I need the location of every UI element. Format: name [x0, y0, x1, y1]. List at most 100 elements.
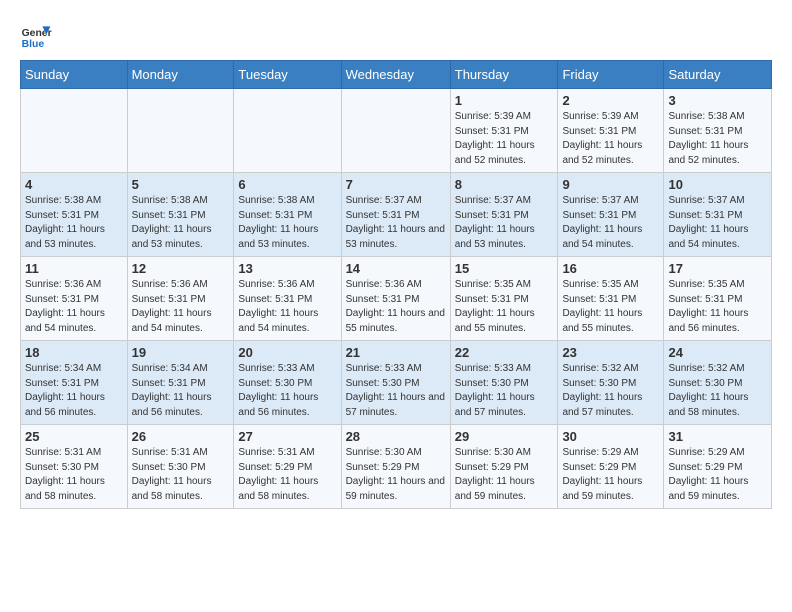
day-number: 25	[25, 429, 123, 444]
day-cell: 9 Sunrise: 5:37 AM Sunset: 5:31 PM Daylig…	[558, 173, 664, 257]
day-info: Sunrise: 5:31 AM Sunset: 5:30 PM Dayligh…	[132, 446, 230, 504]
day-cell: 6Sunrise: 5:38 AM Sunset: 5:31 PM Daylig…	[234, 173, 341, 257]
calendar-table: SundayMondayTuesdayWednesdayThursdayFrid…	[20, 60, 772, 509]
day-number: 27	[238, 429, 336, 444]
day-number: 5	[132, 177, 230, 192]
day-cell: 1 Sunrise: 5:39 AM Sunset: 5:31 PM Daylig…	[450, 89, 558, 173]
day-cell: 13 Sunrise: 5:36 AM Sunset: 5:31 PM Dayli…	[234, 257, 341, 341]
day-info: Sunrise: 5:32 AM Sunset: 5:30 PM Dayligh…	[668, 362, 767, 420]
column-header-saturday: Saturday	[664, 61, 772, 89]
day-number: 26	[132, 429, 230, 444]
day-info: Sunrise: 5:31 AM Sunset: 5:29 PM Dayligh…	[238, 446, 336, 504]
day-info: Sunrise: 5:37 AM Sunset: 5:31 PM Dayligh…	[562, 194, 659, 252]
day-cell: 14 Sunrise: 5:36 AM Sunset: 5:31 PM Dayli…	[341, 257, 450, 341]
day-number: 16	[562, 261, 659, 276]
day-info: Sunrise: 5:35 AM Sunset: 5:31 PM Dayligh…	[455, 278, 554, 336]
day-cell: 2 Sunrise: 5:39 AM Sunset: 5:31 PM Daylig…	[558, 89, 664, 173]
day-number: 10	[668, 177, 767, 192]
day-info: Sunrise: 5:39 AM Sunset: 5:31 PM Dayligh…	[562, 110, 659, 168]
column-header-monday: Monday	[127, 61, 234, 89]
svg-text:Blue: Blue	[22, 39, 45, 50]
day-info: Sunrise: 5:36 AM Sunset: 5:31 PM Dayligh…	[132, 278, 230, 336]
day-info: Sunrise: 5:34 AM Sunset: 5:31 PM Dayligh…	[132, 362, 230, 420]
day-cell: 25 Sunrise: 5:31 AM Sunset: 5:30 PM Dayli…	[21, 425, 128, 509]
day-cell: 27 Sunrise: 5:31 AM Sunset: 5:29 PM Dayli…	[234, 425, 341, 509]
day-cell: 11Sunrise: 5:36 AM Sunset: 5:31 PM Dayli…	[21, 257, 128, 341]
day-info: Sunrise: 5:37 AM Sunset: 5:31 PM Dayligh…	[668, 194, 767, 252]
week-row-2: 4 Sunrise: 5:38 AM Sunset: 5:31 PM Daylig…	[21, 173, 772, 257]
logo-icon: General Blue	[20, 20, 52, 52]
week-row-4: 18 Sunrise: 5:34 AM Sunset: 5:31 PM Dayli…	[21, 341, 772, 425]
day-number: 20	[238, 345, 336, 360]
day-info: Sunrise: 5:37 AM Sunset: 5:31 PM Dayligh…	[455, 194, 554, 252]
day-cell: 24 Sunrise: 5:32 AM Sunset: 5:30 PM Dayli…	[664, 341, 772, 425]
column-header-thursday: Thursday	[450, 61, 558, 89]
logo: General Blue	[20, 20, 52, 52]
day-cell: 16 Sunrise: 5:35 AM Sunset: 5:31 PM Dayli…	[558, 257, 664, 341]
day-info: Sunrise: 5:38 AM Sunset: 5:31 PM Dayligh…	[132, 194, 230, 252]
day-info: Sunrise: 5:38 AM Sunset: 5:31 PM Dayligh…	[25, 194, 123, 252]
day-number: 12	[132, 261, 230, 276]
day-info: Sunrise: 5:34 AM Sunset: 5:31 PM Dayligh…	[25, 362, 123, 420]
day-info: Sunrise: 5:31 AM Sunset: 5:30 PM Dayligh…	[25, 446, 123, 504]
day-cell: 8 Sunrise: 5:37 AM Sunset: 5:31 PM Daylig…	[450, 173, 558, 257]
day-info: Sunrise: 5:38 AM Sunset: 5:31 PM Dayligh…	[238, 194, 336, 252]
day-cell: 18 Sunrise: 5:34 AM Sunset: 5:31 PM Dayli…	[21, 341, 128, 425]
day-number: 2	[562, 93, 659, 108]
day-cell: 23 Sunrise: 5:32 AM Sunset: 5:30 PM Dayli…	[558, 341, 664, 425]
day-cell: 10 Sunrise: 5:37 AM Sunset: 5:31 PM Dayli…	[664, 173, 772, 257]
day-cell: 3 Sunrise: 5:38 AM Sunset: 5:31 PM Daylig…	[664, 89, 772, 173]
day-cell: 20 Sunrise: 5:33 AM Sunset: 5:30 PM Dayli…	[234, 341, 341, 425]
day-number: 13	[238, 261, 336, 276]
day-number: 3	[668, 93, 767, 108]
day-cell	[234, 89, 341, 173]
day-info: Sunrise: 5:39 AM Sunset: 5:31 PM Dayligh…	[455, 110, 554, 168]
day-info: Sunrise: 5:37 AM Sunset: 5:31 PM Dayligh…	[346, 194, 446, 252]
day-cell: 29Sunrise: 5:30 AM Sunset: 5:29 PM Dayli…	[450, 425, 558, 509]
day-number: 1	[455, 93, 554, 108]
day-cell: 26 Sunrise: 5:31 AM Sunset: 5:30 PM Dayli…	[127, 425, 234, 509]
day-info: Sunrise: 5:36 AM Sunset: 5:31 PM Dayligh…	[346, 278, 446, 336]
day-info: Sunrise: 5:33 AM Sunset: 5:30 PM Dayligh…	[455, 362, 554, 420]
day-cell: 19 Sunrise: 5:34 AM Sunset: 5:31 PM Dayli…	[127, 341, 234, 425]
day-cell: 30 Sunrise: 5:29 AM Sunset: 5:29 PM Dayli…	[558, 425, 664, 509]
day-number: 21	[346, 345, 446, 360]
day-cell: 15 Sunrise: 5:35 AM Sunset: 5:31 PM Dayli…	[450, 257, 558, 341]
day-number: 14	[346, 261, 446, 276]
day-info: Sunrise: 5:38 AM Sunset: 5:31 PM Dayligh…	[668, 110, 767, 168]
day-cell: 5 Sunrise: 5:38 AM Sunset: 5:31 PM Daylig…	[127, 173, 234, 257]
day-cell	[21, 89, 128, 173]
day-number: 8	[455, 177, 554, 192]
day-cell: 22 Sunrise: 5:33 AM Sunset: 5:30 PM Dayli…	[450, 341, 558, 425]
day-number: 17	[668, 261, 767, 276]
day-info: Sunrise: 5:29 AM Sunset: 5:29 PM Dayligh…	[562, 446, 659, 504]
day-info: Sunrise: 5:36 AM Sunset: 5:31 PM Dayligh…	[238, 278, 336, 336]
day-cell: 21 Sunrise: 5:33 AM Sunset: 5:30 PM Dayli…	[341, 341, 450, 425]
day-number: 22	[455, 345, 554, 360]
day-number: 28	[346, 429, 446, 444]
header-row: SundayMondayTuesdayWednesdayThursdayFrid…	[21, 61, 772, 89]
day-number: 4	[25, 177, 123, 192]
day-number: 19	[132, 345, 230, 360]
day-number: 29	[455, 429, 554, 444]
day-number: 23	[562, 345, 659, 360]
day-info: Sunrise: 5:36 AM Sunset: 5:31 PM Dayligh…	[25, 278, 123, 336]
day-number: 18	[25, 345, 123, 360]
column-header-friday: Friday	[558, 61, 664, 89]
week-row-1: 1 Sunrise: 5:39 AM Sunset: 5:31 PM Daylig…	[21, 89, 772, 173]
day-cell: 4 Sunrise: 5:38 AM Sunset: 5:31 PM Daylig…	[21, 173, 128, 257]
day-number: 7	[346, 177, 446, 192]
day-info: Sunrise: 5:33 AM Sunset: 5:30 PM Dayligh…	[238, 362, 336, 420]
day-info: Sunrise: 5:35 AM Sunset: 5:31 PM Dayligh…	[562, 278, 659, 336]
day-number: 30	[562, 429, 659, 444]
page-header: General Blue	[20, 20, 772, 52]
day-number: 9	[562, 177, 659, 192]
day-cell: 7 Sunrise: 5:37 AM Sunset: 5:31 PM Daylig…	[341, 173, 450, 257]
day-number: 24	[668, 345, 767, 360]
day-info: Sunrise: 5:32 AM Sunset: 5:30 PM Dayligh…	[562, 362, 659, 420]
day-number: 15	[455, 261, 554, 276]
day-cell: 28Sunrise: 5:30 AM Sunset: 5:29 PM Dayli…	[341, 425, 450, 509]
day-info: Sunrise: 5:33 AM Sunset: 5:30 PM Dayligh…	[346, 362, 446, 420]
day-cell: 31Sunrise: 5:29 AM Sunset: 5:29 PM Dayli…	[664, 425, 772, 509]
day-cell	[341, 89, 450, 173]
